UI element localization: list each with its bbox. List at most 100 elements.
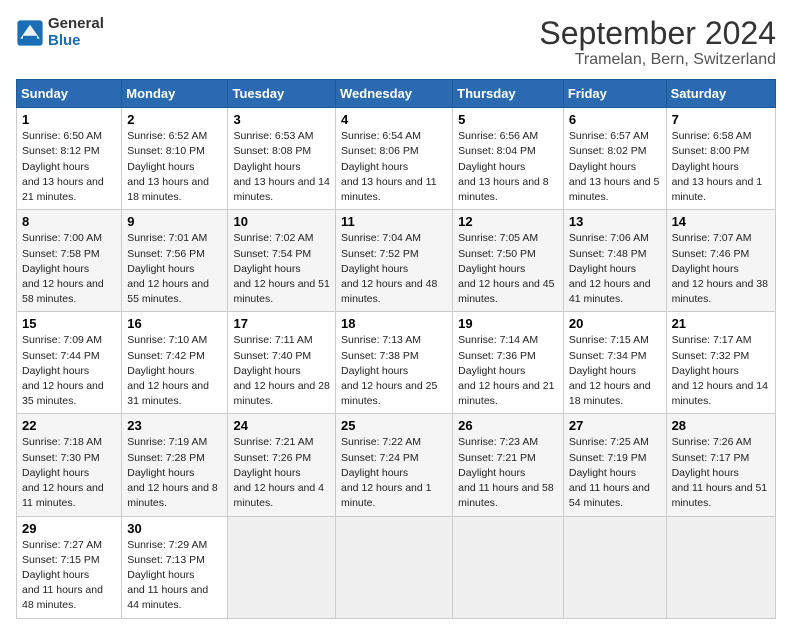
day-cell: 6 Sunrise: 6:57 AM Sunset: 8:02 PM Dayli… — [563, 108, 666, 210]
day-info: Sunrise: 7:22 AM Sunset: 7:24 PM Dayligh… — [341, 435, 447, 511]
day-cell: 1 Sunrise: 6:50 AM Sunset: 8:12 PM Dayli… — [17, 108, 122, 210]
header-tuesday: Tuesday — [228, 80, 336, 108]
day-info: Sunrise: 7:18 AM Sunset: 7:30 PM Dayligh… — [22, 435, 116, 511]
day-cell: 26 Sunrise: 7:23 AM Sunset: 7:21 PM Dayl… — [453, 414, 564, 516]
day-cell: 3 Sunrise: 6:53 AM Sunset: 8:08 PM Dayli… — [228, 108, 336, 210]
day-number: 6 — [569, 112, 661, 127]
day-info: Sunrise: 7:09 AM Sunset: 7:44 PM Dayligh… — [22, 333, 116, 409]
day-number: 3 — [233, 112, 330, 127]
day-cell: 24 Sunrise: 7:21 AM Sunset: 7:26 PM Dayl… — [228, 414, 336, 516]
day-info: Sunrise: 7:01 AM Sunset: 7:56 PM Dayligh… — [127, 231, 222, 307]
day-cell: 12 Sunrise: 7:05 AM Sunset: 7:50 PM Dayl… — [453, 210, 564, 312]
header-thursday: Thursday — [453, 80, 564, 108]
day-number: 16 — [127, 316, 222, 331]
day-cell: 30 Sunrise: 7:29 AM Sunset: 7:13 PM Dayl… — [122, 516, 228, 618]
day-number: 29 — [22, 521, 116, 536]
header-friday: Friday — [563, 80, 666, 108]
day-number: 25 — [341, 418, 447, 433]
day-cell: 28 Sunrise: 7:26 AM Sunset: 7:17 PM Dayl… — [666, 414, 775, 516]
day-info: Sunrise: 6:52 AM Sunset: 8:10 PM Dayligh… — [127, 129, 222, 205]
day-info: Sunrise: 6:54 AM Sunset: 8:06 PM Dayligh… — [341, 129, 447, 205]
day-cell: 19 Sunrise: 7:14 AM Sunset: 7:36 PM Dayl… — [453, 312, 564, 414]
day-cell — [666, 516, 775, 618]
day-info: Sunrise: 7:25 AM Sunset: 7:19 PM Dayligh… — [569, 435, 661, 511]
day-info: Sunrise: 7:14 AM Sunset: 7:36 PM Dayligh… — [458, 333, 558, 409]
day-number: 19 — [458, 316, 558, 331]
day-cell: 25 Sunrise: 7:22 AM Sunset: 7:24 PM Dayl… — [336, 414, 453, 516]
calendar-table: SundayMondayTuesdayWednesdayThursdayFrid… — [16, 79, 776, 618]
day-cell: 13 Sunrise: 7:06 AM Sunset: 7:48 PM Dayl… — [563, 210, 666, 312]
day-cell: 27 Sunrise: 7:25 AM Sunset: 7:19 PM Dayl… — [563, 414, 666, 516]
day-info: Sunrise: 7:21 AM Sunset: 7:26 PM Dayligh… — [233, 435, 330, 511]
day-info: Sunrise: 7:27 AM Sunset: 7:15 PM Dayligh… — [22, 538, 116, 614]
day-cell: 17 Sunrise: 7:11 AM Sunset: 7:40 PM Dayl… — [228, 312, 336, 414]
day-cell: 8 Sunrise: 7:00 AM Sunset: 7:58 PM Dayli… — [17, 210, 122, 312]
day-info: Sunrise: 7:06 AM Sunset: 7:48 PM Dayligh… — [569, 231, 661, 307]
day-number: 17 — [233, 316, 330, 331]
calendar-subtitle: Tramelan, Bern, Switzerland — [539, 51, 776, 69]
week-row-1: 1 Sunrise: 6:50 AM Sunset: 8:12 PM Dayli… — [17, 108, 776, 210]
day-number: 28 — [672, 418, 770, 433]
day-number: 14 — [672, 214, 770, 229]
header-saturday: Saturday — [666, 80, 775, 108]
day-number: 7 — [672, 112, 770, 127]
day-number: 27 — [569, 418, 661, 433]
day-info: Sunrise: 7:15 AM Sunset: 7:34 PM Dayligh… — [569, 333, 661, 409]
day-number: 12 — [458, 214, 558, 229]
day-info: Sunrise: 7:05 AM Sunset: 7:50 PM Dayligh… — [458, 231, 558, 307]
day-number: 1 — [22, 112, 116, 127]
day-info: Sunrise: 7:23 AM Sunset: 7:21 PM Dayligh… — [458, 435, 558, 511]
calendar-title: September 2024 — [539, 16, 776, 51]
day-cell: 2 Sunrise: 6:52 AM Sunset: 8:10 PM Dayli… — [122, 108, 228, 210]
day-cell: 10 Sunrise: 7:02 AM Sunset: 7:54 PM Dayl… — [228, 210, 336, 312]
day-number: 26 — [458, 418, 558, 433]
day-number: 13 — [569, 214, 661, 229]
day-cell — [228, 516, 336, 618]
header-sunday: Sunday — [17, 80, 122, 108]
page-header: General Blue September 2024 Tramelan, Be… — [16, 16, 776, 69]
day-cell: 23 Sunrise: 7:19 AM Sunset: 7:28 PM Dayl… — [122, 414, 228, 516]
day-cell: 11 Sunrise: 7:04 AM Sunset: 7:52 PM Dayl… — [336, 210, 453, 312]
day-cell: 4 Sunrise: 6:54 AM Sunset: 8:06 PM Dayli… — [336, 108, 453, 210]
day-number: 20 — [569, 316, 661, 331]
day-cell: 16 Sunrise: 7:10 AM Sunset: 7:42 PM Dayl… — [122, 312, 228, 414]
day-cell: 20 Sunrise: 7:15 AM Sunset: 7:34 PM Dayl… — [563, 312, 666, 414]
day-info: Sunrise: 6:50 AM Sunset: 8:12 PM Dayligh… — [22, 129, 116, 205]
day-number: 2 — [127, 112, 222, 127]
day-cell: 7 Sunrise: 6:58 AM Sunset: 8:00 PM Dayli… — [666, 108, 775, 210]
day-cell: 15 Sunrise: 7:09 AM Sunset: 7:44 PM Dayl… — [17, 312, 122, 414]
day-number: 23 — [127, 418, 222, 433]
day-info: Sunrise: 6:53 AM Sunset: 8:08 PM Dayligh… — [233, 129, 330, 205]
day-number: 22 — [22, 418, 116, 433]
day-info: Sunrise: 6:56 AM Sunset: 8:04 PM Dayligh… — [458, 129, 558, 205]
day-info: Sunrise: 7:10 AM Sunset: 7:42 PM Dayligh… — [127, 333, 222, 409]
day-cell: 21 Sunrise: 7:17 AM Sunset: 7:32 PM Dayl… — [666, 312, 775, 414]
day-number: 10 — [233, 214, 330, 229]
day-number: 18 — [341, 316, 447, 331]
day-number: 15 — [22, 316, 116, 331]
day-cell: 14 Sunrise: 7:07 AM Sunset: 7:46 PM Dayl… — [666, 210, 775, 312]
day-info: Sunrise: 7:13 AM Sunset: 7:38 PM Dayligh… — [341, 333, 447, 409]
day-cell — [563, 516, 666, 618]
logo-icon — [16, 19, 44, 47]
day-number: 21 — [672, 316, 770, 331]
logo-blue: Blue — [48, 32, 81, 49]
week-row-4: 22 Sunrise: 7:18 AM Sunset: 7:30 PM Dayl… — [17, 414, 776, 516]
day-number: 9 — [127, 214, 222, 229]
week-row-3: 15 Sunrise: 7:09 AM Sunset: 7:44 PM Dayl… — [17, 312, 776, 414]
day-cell: 9 Sunrise: 7:01 AM Sunset: 7:56 PM Dayli… — [122, 210, 228, 312]
header-row: SundayMondayTuesdayWednesdayThursdayFrid… — [17, 80, 776, 108]
day-number: 8 — [22, 214, 116, 229]
day-number: 24 — [233, 418, 330, 433]
title-block: September 2024 Tramelan, Bern, Switzerla… — [539, 16, 776, 69]
day-cell: 22 Sunrise: 7:18 AM Sunset: 7:30 PM Dayl… — [17, 414, 122, 516]
header-wednesday: Wednesday — [336, 80, 453, 108]
day-cell: 29 Sunrise: 7:27 AM Sunset: 7:15 PM Dayl… — [17, 516, 122, 618]
day-cell: 18 Sunrise: 7:13 AM Sunset: 7:38 PM Dayl… — [336, 312, 453, 414]
day-info: Sunrise: 7:07 AM Sunset: 7:46 PM Dayligh… — [672, 231, 770, 307]
day-info: Sunrise: 7:17 AM Sunset: 7:32 PM Dayligh… — [672, 333, 770, 409]
day-info: Sunrise: 7:00 AM Sunset: 7:58 PM Dayligh… — [22, 231, 116, 307]
day-info: Sunrise: 7:26 AM Sunset: 7:17 PM Dayligh… — [672, 435, 770, 511]
logo: General Blue — [16, 16, 104, 49]
day-info: Sunrise: 7:02 AM Sunset: 7:54 PM Dayligh… — [233, 231, 330, 307]
